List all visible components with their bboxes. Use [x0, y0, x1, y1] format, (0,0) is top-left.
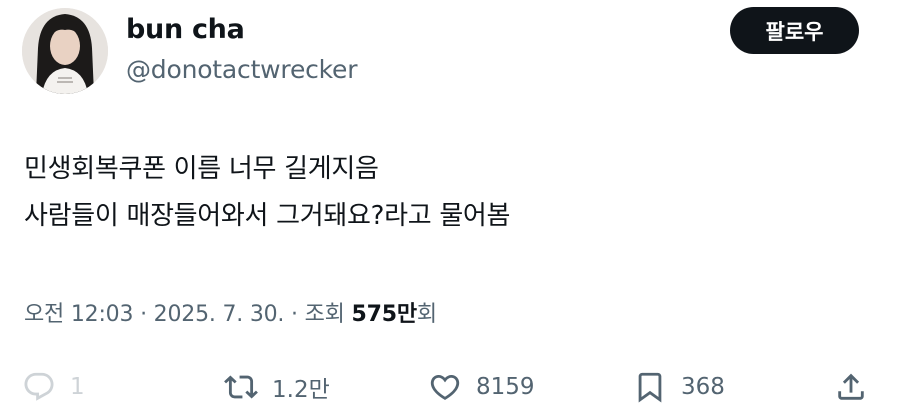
- author-handle[interactable]: @donotactwrecker: [126, 55, 358, 84]
- tweet-time[interactable]: 오전 12:03: [24, 302, 133, 327]
- share-icon: [834, 370, 868, 404]
- meta-separator: ·: [140, 302, 147, 327]
- heart-icon: [428, 370, 462, 404]
- bookmark-button[interactable]: 368: [633, 370, 725, 404]
- avatar[interactable]: [22, 8, 108, 94]
- views-count: 575만: [351, 302, 418, 327]
- like-button[interactable]: 8159: [428, 370, 535, 404]
- retweet-icon: [224, 370, 258, 404]
- action-bar: 1 1.2만 8159 368: [0, 360, 900, 419]
- reply-icon: [22, 370, 56, 404]
- reply-count: 1: [70, 374, 85, 400]
- tweet-text: 민생회복쿠폰 이름 너무 길게지음 사람들이 매장들어와서 그거돼요?라고 물어…: [24, 146, 510, 240]
- avatar-image: [22, 8, 108, 94]
- follow-button[interactable]: 팔로우: [730, 7, 859, 54]
- like-count: 8159: [476, 374, 535, 400]
- tweet-line: 민생회복쿠폰 이름 너무 길게지음: [24, 154, 379, 184]
- share-button[interactable]: [834, 370, 868, 404]
- views-label: 조회: [304, 302, 345, 327]
- retweet-button[interactable]: 1.2만: [224, 370, 330, 404]
- tweet-line: 사람들이 매장들어와서 그거돼요?라고 물어봄: [24, 201, 511, 231]
- tweet-meta: 오전 12:03 · 2025. 7. 30. · 조회 575만회: [24, 296, 437, 328]
- retweet-count: 1.2만: [272, 377, 330, 403]
- author-name[interactable]: bun cha: [126, 14, 245, 45]
- meta-separator: ·: [291, 302, 298, 327]
- bookmark-count: 368: [681, 374, 725, 400]
- bookmark-icon: [633, 370, 667, 404]
- views-suffix: 회: [416, 302, 437, 327]
- reply-button[interactable]: 1: [22, 370, 85, 404]
- tweet-date[interactable]: 2025. 7. 30.: [154, 302, 285, 327]
